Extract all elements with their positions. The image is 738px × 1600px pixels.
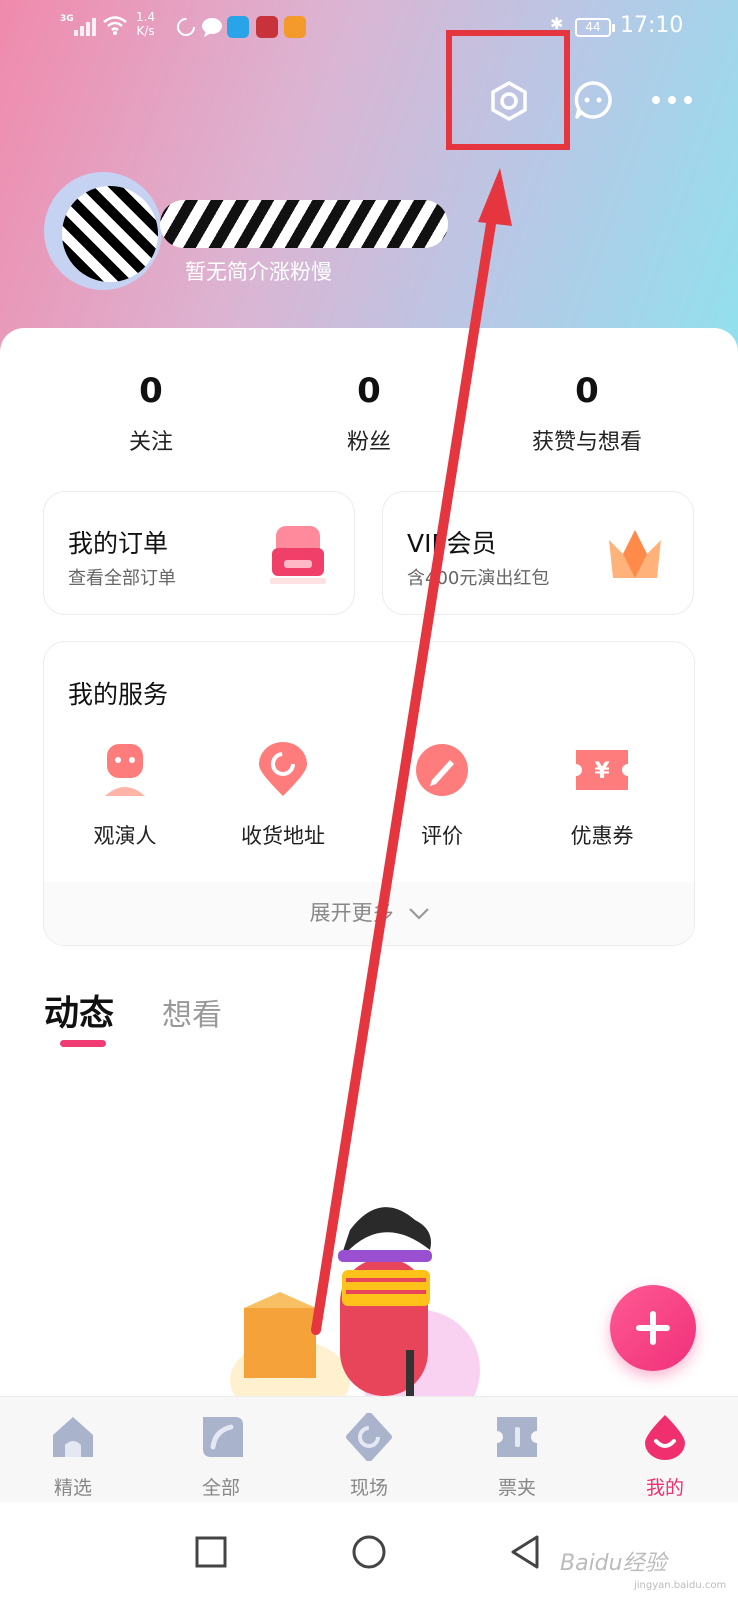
service-label: 收货地址 [241, 824, 325, 848]
pen-icon [416, 744, 468, 796]
stat-label: 获赞与想看 [531, 430, 642, 455]
recent-apps-icon[interactable] [191, 1532, 231, 1572]
bottom-navigation: 精选 全部 现场 票夹 我的 [0, 1396, 738, 1502]
add-post-button[interactable] [610, 1285, 696, 1371]
orders-title: 我的订单 [68, 529, 169, 558]
tab-wishlist[interactable]: 想看 [162, 990, 222, 1034]
service-audience[interactable]: 观演人 [55, 742, 195, 850]
crown-icon [609, 530, 661, 578]
service-label: 优惠券 [570, 824, 634, 848]
nav-label: 精选 [53, 1477, 92, 1499]
audience-icon [105, 744, 145, 796]
service-review[interactable]: 评价 [372, 742, 512, 850]
category-icon [203, 1417, 243, 1457]
nav-item-live[interactable]: 现场 [319, 1412, 419, 1500]
coupon-icon: ¥ [576, 750, 628, 790]
vip-title: VIP会员 [407, 529, 497, 558]
seat-icon [270, 526, 326, 584]
red-app-icon [256, 16, 278, 38]
video-app-icon [284, 16, 306, 38]
stat-value: 0 [357, 371, 381, 411]
vip-card[interactable]: VIP会员 含400元演出红包 [382, 491, 694, 615]
username-redacted [160, 200, 448, 248]
stat-followers[interactable]: 0 粉丝 [279, 370, 459, 456]
status-bar: 3G 1.4 K/s ✱ 44 17:10 [0, 0, 738, 56]
message-app-icon [202, 18, 222, 37]
avatar-image [62, 186, 158, 282]
services-title: 我的服务 [68, 680, 169, 709]
network-speed: 1.4 K/s [136, 10, 156, 38]
service-address[interactable]: 收货地址 [213, 742, 353, 850]
services-card: 我的服务 观演人 收货地址 评价 ¥ 优惠券 展开更多 [43, 641, 695, 946]
plus-icon [636, 1311, 670, 1345]
back-icon[interactable] [505, 1532, 545, 1572]
stat-following[interactable]: 0 关注 [61, 370, 241, 456]
stat-label: 关注 [128, 430, 173, 455]
home-icon [53, 1417, 93, 1457]
ticket-icon [497, 1417, 537, 1457]
message-icon[interactable] [573, 80, 613, 120]
tab-activity[interactable]: 动态 [44, 985, 114, 1036]
battery-icon: 44 [575, 18, 615, 37]
nav-item-tickets[interactable]: 票夹 [467, 1413, 567, 1500]
sync-icon [177, 18, 195, 36]
watermark: Baidu经验 [560, 1551, 667, 1576]
bulb-app-icon [227, 16, 249, 38]
clock: 17:10 [620, 13, 684, 38]
stat-label: 粉丝 [346, 430, 391, 455]
expand-more-button[interactable]: 展开更多 [44, 882, 694, 945]
profile-drop-icon [645, 1415, 685, 1460]
nav-label: 全部 [201, 1477, 240, 1499]
active-tab-indicator [60, 1040, 106, 1047]
expand-more-label: 展开更多 [309, 901, 394, 925]
nav-item-mine[interactable]: 我的 [615, 1413, 715, 1500]
nav-item-featured[interactable]: 精选 [23, 1413, 123, 1500]
nav-label: 现场 [349, 1477, 388, 1499]
empty-state-illustration [230, 1207, 480, 1396]
location-icon [259, 742, 307, 796]
nav-item-all[interactable]: 全部 [171, 1413, 271, 1500]
signal-icon: 3G [60, 14, 98, 38]
chevron-down-icon [409, 908, 430, 920]
stat-value: 0 [139, 371, 163, 411]
svg-text:¥: ¥ [594, 759, 610, 784]
network-type: 3G [60, 14, 74, 24]
profile-bio[interactable]: 暂无简介涨粉慢 [185, 256, 332, 286]
live-icon [346, 1412, 392, 1462]
annotation-highlight-box [446, 30, 570, 150]
more-icon[interactable] [650, 90, 694, 110]
avatar[interactable] [44, 172, 162, 290]
wifi-icon [103, 16, 127, 35]
stat-likes[interactable]: 0 获赞与想看 [497, 370, 677, 456]
stat-value: 0 [575, 371, 599, 411]
nav-label: 票夹 [497, 1477, 536, 1499]
service-coupon[interactable]: ¥ 优惠券 [532, 742, 672, 850]
vip-subtitle: 含400元演出红包 [407, 568, 550, 589]
service-label: 评价 [421, 824, 463, 848]
watermark-url: jingyan.baidu.com [634, 1580, 727, 1591]
my-orders-card[interactable]: 我的订单 查看全部订单 [43, 491, 355, 615]
nav-label: 我的 [645, 1477, 684, 1499]
service-label: 观演人 [93, 824, 157, 848]
orders-subtitle: 查看全部订单 [68, 568, 176, 589]
home-button-icon[interactable] [349, 1532, 389, 1572]
